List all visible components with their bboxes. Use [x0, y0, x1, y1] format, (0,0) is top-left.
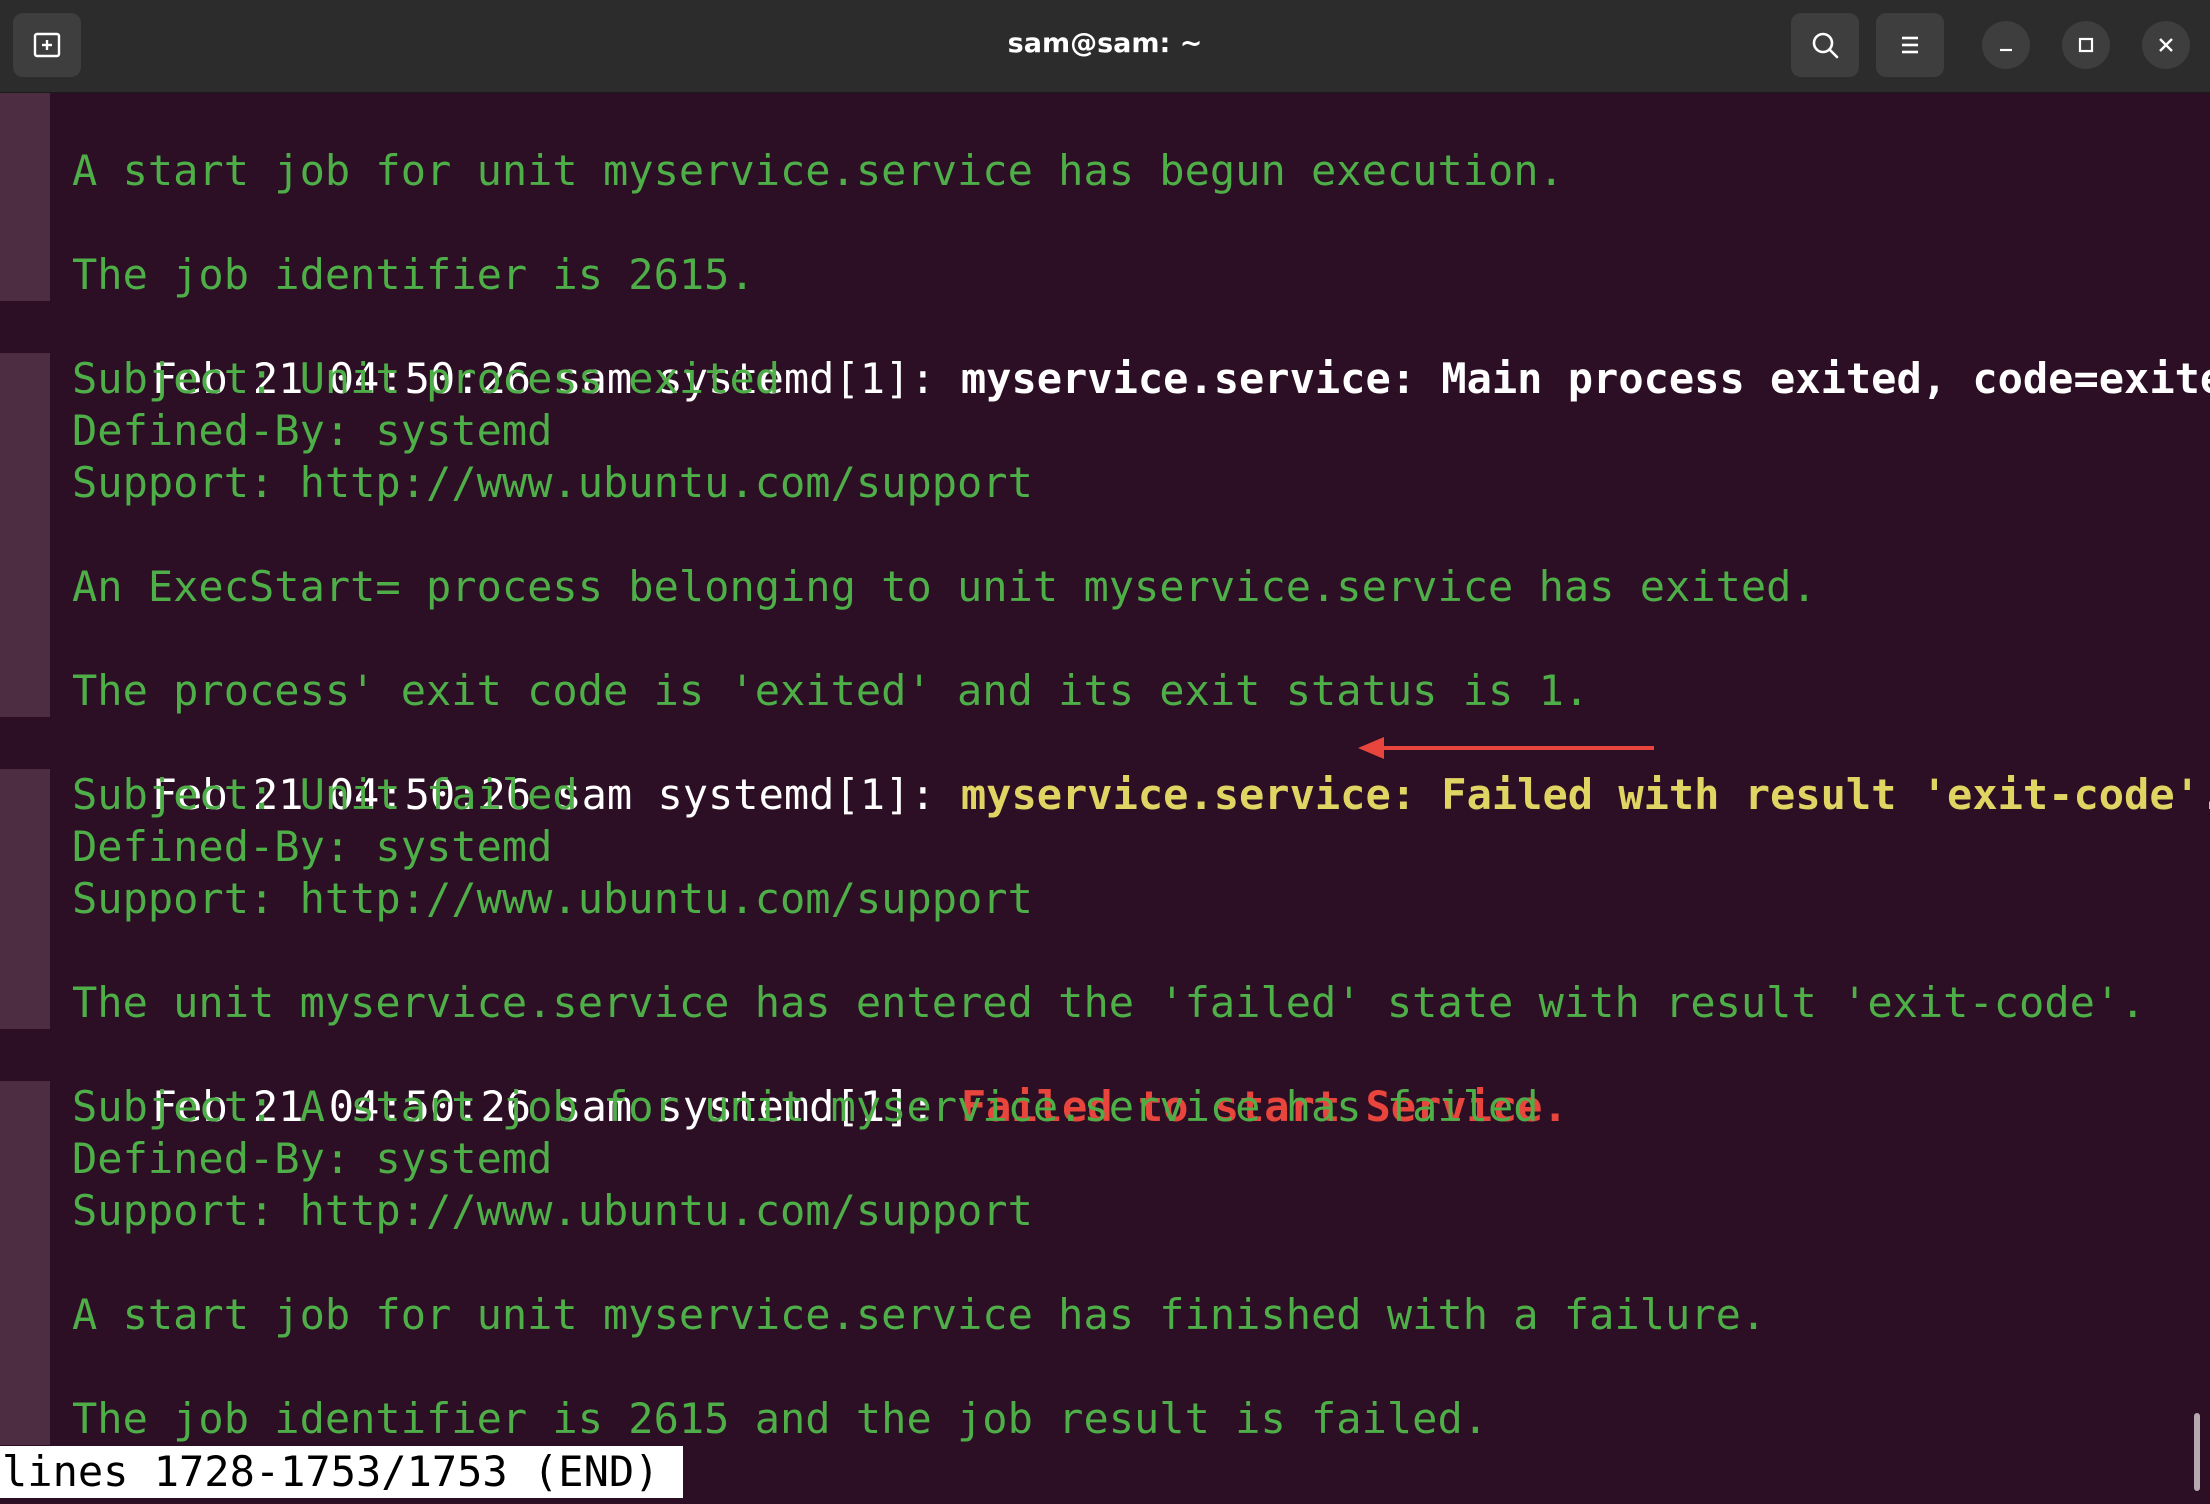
log-detail-line: The job identifier is 2615 and the job r… [0, 1393, 1489, 1445]
log-entry-line: Feb 21 04:50:26 sam systemd[1]: myservic… [0, 717, 2210, 819]
log-detail-line: Subject: A start job for unit myservice.… [0, 1081, 1539, 1133]
annotation-arrow-icon [1358, 737, 1654, 759]
log-entry-line: Feb 21 04:50:26 sam systemd[1]: Failed t… [0, 1029, 1568, 1131]
log-detail-line: Support: http://www.ubuntu.com/support [0, 873, 1033, 925]
log-detail-line: A start job for unit myservice.service h… [0, 145, 1564, 197]
scrollbar-thumb[interactable] [2194, 1413, 2200, 1491]
log-detail-line: Subject: Unit failed [0, 769, 578, 821]
terminal-window: sam@sam: ~ A start job for unit myservic… [0, 0, 2210, 1504]
maximize-button[interactable] [2062, 21, 2110, 69]
pager-status: lines 1728-1753/1753 (END) [0, 1446, 684, 1498]
close-button[interactable] [2142, 21, 2190, 69]
menu-button[interactable] [1876, 13, 1944, 77]
log-detail-line: An ExecStart= process belonging to unit … [0, 561, 1817, 613]
log-message: myservice.service: Main process exited, … [960, 354, 2210, 403]
log-detail-line: Subject: Unit process exited [0, 353, 781, 405]
log-detail-line: The unit myservice.service has entered t… [0, 977, 2146, 1029]
log-detail-line: Support: http://www.ubuntu.com/support [0, 1185, 1033, 1237]
terminal-output[interactable]: A start job for unit myservice.service h… [0, 93, 2210, 1504]
log-detail-line: The job identifier is 2615. [0, 249, 755, 301]
log-detail-line: The process' exit code is 'exited' and i… [0, 665, 1590, 717]
log-detail-line: Support: http://www.ubuntu.com/support [0, 457, 1033, 509]
minimize-icon [2000, 48, 2012, 52]
log-message: myservice.service: Failed with result 'e… [960, 770, 2210, 819]
close-icon [2159, 38, 2173, 52]
log-detail-line: A start job for unit myservice.service h… [0, 1289, 1767, 1341]
hamburger-menu-icon [1902, 36, 1918, 54]
minimize-button[interactable] [1982, 21, 2030, 69]
log-detail-line: Defined-By: systemd [0, 405, 553, 457]
title-bar: sam@sam: ~ [0, 0, 2210, 93]
maximize-icon [2078, 37, 2094, 53]
log-entry-line: Feb 21 04:50:26 sam systemd[1]: myservic… [0, 301, 2210, 403]
log-detail-line: Defined-By: systemd [0, 821, 553, 873]
search-icon [1812, 32, 1839, 59]
search-button[interactable] [1791, 13, 1859, 77]
log-detail-line: Defined-By: systemd [0, 1133, 553, 1185]
